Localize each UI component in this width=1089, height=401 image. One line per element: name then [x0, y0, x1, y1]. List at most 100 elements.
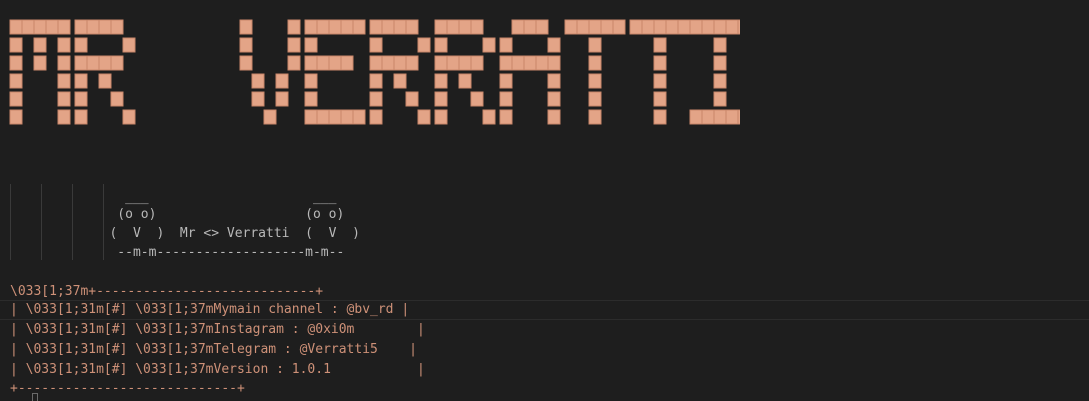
- banner-tile: [588, 19, 602, 35]
- banner-tile: [737, 19, 740, 35]
- banner-tile: [263, 109, 277, 125]
- banner-tile: [328, 109, 342, 125]
- banner-tile: [446, 19, 460, 35]
- mr-verratti-ascii-banner: MR VERRATTI: [0, 0, 740, 125]
- banner-tile: [369, 109, 383, 125]
- console-line[interactable]: | \033[1;31m[#] \033[1;37mMymain channel…: [10, 300, 409, 320]
- banner-tile: [316, 55, 330, 71]
- banner-tile: [340, 19, 354, 35]
- banner-tile: [499, 55, 513, 71]
- banner-tile: [369, 73, 383, 89]
- banner-tile: [653, 19, 667, 35]
- banner-tile: [547, 37, 561, 53]
- banner-tile: [340, 55, 354, 71]
- banner-tile: [33, 37, 47, 53]
- banner-tile: [21, 19, 35, 35]
- banner-tile: [482, 37, 496, 53]
- banner-tile: [74, 91, 88, 107]
- banner-tile: [74, 55, 88, 71]
- console-line[interactable]: +----------------------------+: [10, 379, 245, 399]
- banner-tile: [9, 55, 23, 71]
- banner-tile: [304, 91, 318, 107]
- banner-tile: [316, 109, 330, 125]
- banner-tile: [434, 37, 448, 53]
- banner-tile: [328, 19, 342, 35]
- banner-tile: [641, 19, 655, 35]
- banner-tile: [122, 109, 136, 125]
- banner-tile: [446, 55, 460, 71]
- banner-tile: [653, 73, 667, 89]
- banner-tile: [629, 19, 643, 35]
- banner-tile: [535, 55, 549, 71]
- banner-tile: [689, 109, 703, 125]
- banner-tile: [57, 73, 71, 89]
- banner-tile: [45, 19, 59, 35]
- indent-guide: [10, 184, 11, 260]
- banner-tile: [434, 109, 448, 125]
- banner-tile: [9, 109, 23, 125]
- banner-tile: [547, 73, 561, 89]
- banner-tile: [74, 37, 88, 53]
- banner-tile: [74, 19, 88, 35]
- banner-tile: [369, 91, 383, 107]
- banner-tile: [458, 73, 472, 89]
- banner-tile: [588, 55, 602, 71]
- banner-tile: [304, 109, 318, 125]
- banner-tile: [612, 19, 626, 35]
- banner-tile: [9, 19, 23, 35]
- art-line: (o o) (o o): [86, 207, 345, 222]
- banner-tile: [33, 55, 47, 71]
- banner-tile: [523, 55, 537, 71]
- banner-tile: [713, 109, 727, 125]
- banner-tile: [328, 55, 342, 71]
- banner-tile: [588, 73, 602, 89]
- banner-tile: [33, 19, 47, 35]
- banner-tile: [499, 37, 513, 53]
- banner-tile: [393, 19, 407, 35]
- banner-tile: [653, 55, 667, 71]
- banner-tile: [316, 19, 330, 35]
- indent-guide: [72, 184, 73, 260]
- banner-tile: [434, 19, 448, 35]
- banner-tile: [701, 109, 715, 125]
- banner-tile: [304, 37, 318, 53]
- banner-tile: [470, 91, 484, 107]
- console-line[interactable]: \033[1;37m+----------------------------+: [10, 282, 323, 302]
- banner-tile: [511, 55, 525, 71]
- console-line[interactable]: | \033[1;31m[#] \033[1;37mVersion : 1.0.…: [10, 360, 425, 380]
- banner-tile: [57, 37, 71, 53]
- banner-tile: [369, 19, 383, 35]
- banner-tile: [713, 73, 727, 89]
- banner-tile: [701, 19, 715, 35]
- banner-tile: [9, 73, 23, 89]
- banner-tile: [122, 37, 136, 53]
- banner-tile: [434, 91, 448, 107]
- banner-tile: [393, 73, 407, 89]
- banner-tile: [458, 55, 472, 71]
- banner-tile: [547, 55, 561, 71]
- banner-tile: [287, 55, 301, 71]
- banner-tile: [9, 37, 23, 53]
- banner-tile: [713, 91, 727, 107]
- banner-text: MR VERRATTI: [0, 0, 106, 4]
- banner-tile: [665, 19, 679, 35]
- banner-tile: [74, 73, 88, 89]
- banner-tile: [393, 55, 407, 71]
- banner-tile: [417, 37, 431, 53]
- banner-tile: [352, 109, 366, 125]
- banner-tile: [239, 55, 253, 71]
- text-cursor-icon: [32, 393, 38, 401]
- banner-tile: [98, 55, 112, 71]
- banner-tile: [57, 91, 71, 107]
- banner-tile: [86, 55, 100, 71]
- banner-tile: [405, 91, 419, 107]
- banner-tile: [653, 37, 667, 53]
- banner-tile: [725, 109, 739, 125]
- banner-tile: [369, 37, 383, 53]
- console-line[interactable]: | \033[1;31m[#] \033[1;37mTelegram : @Ve…: [10, 340, 417, 360]
- banner-tile: [57, 19, 71, 35]
- banner-tile: [369, 55, 383, 71]
- console-line[interactable]: | \033[1;31m[#] \033[1;37mInstagram : @0…: [10, 320, 425, 340]
- banner-tile: [304, 73, 318, 89]
- banner-tile: [304, 55, 318, 71]
